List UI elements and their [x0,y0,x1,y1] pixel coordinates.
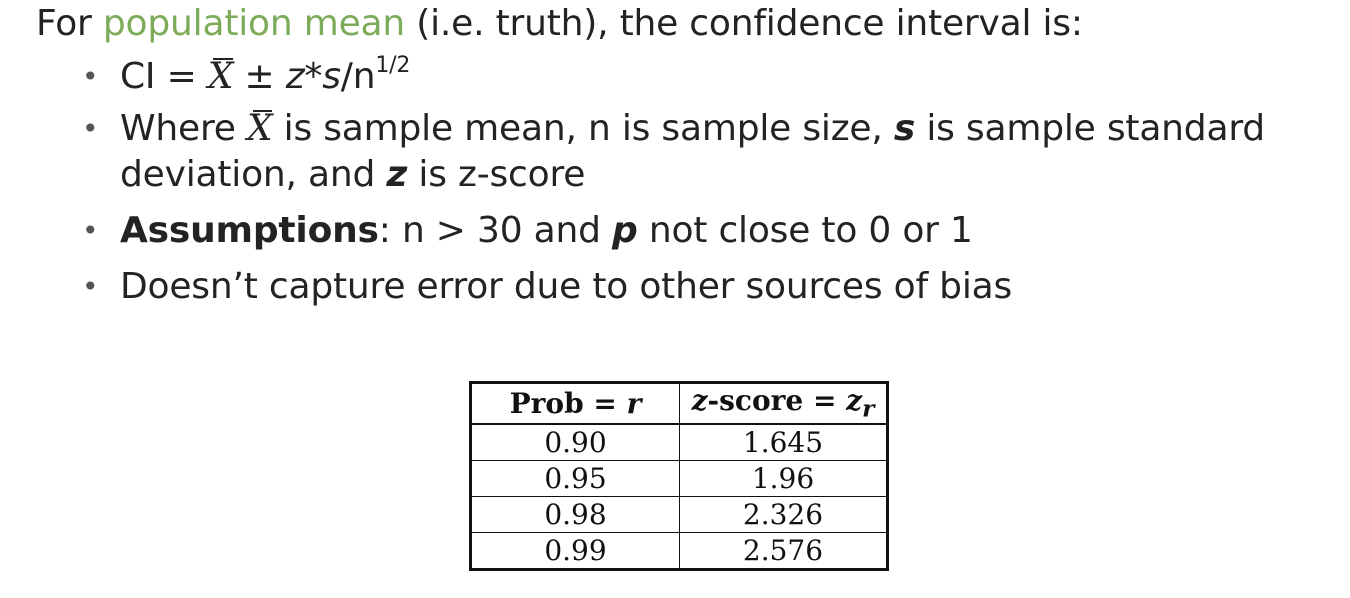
bullet-dot-icon: • [82,60,99,93]
table-row: 0.95 1.96 [470,459,888,497]
ci-div: /n [340,56,376,97]
z-score-table: Prob = r z-score = zr 0.90 1.645 0.95 1.… [469,381,889,571]
assumptions-t2: not close to 0 or 1 [637,210,973,251]
overline [213,58,233,60]
assumptions-t1: : n > 30 and [378,210,613,251]
prob-cell: 0.98 [470,495,680,533]
z-cell: 1.96 [679,459,888,497]
ci-prefix: CI = [120,56,208,97]
prob-cell: 0.90 [470,423,680,461]
where-t2: is sample mean, n is sample size, [272,108,894,149]
table-row: 0.98 2.326 [470,495,888,533]
intro-highlight: population mean [102,3,406,44]
table-row: 0.90 1.645 [470,423,888,461]
bullet-bias: • Doesn’t capture error due to other sou… [82,264,1342,310]
table-header-row: Prob = r z-score = zr [470,381,888,425]
bullet-ci-formula: • CI = X ± z*s/n1/2 [82,54,1342,100]
ci-s: s [322,56,341,97]
assumptions-p: p [612,210,638,251]
intro-sentence: For population mean (i.e. truth), the co… [36,0,1083,48]
header-prob-var: r [626,386,642,420]
header-zscore-var: z [846,384,863,417]
slide: For population mean (i.e. truth), the co… [0,0,1350,598]
header-prob: Prob = r [470,381,680,425]
bullet-assumptions: • Assumptions: n > 30 and p not close to… [82,208,1342,254]
z-cell: 2.326 [679,495,888,533]
table-row: 0.99 2.576 [470,531,888,570]
where-z: z [386,154,408,195]
header-z: z [691,384,708,417]
intro-before: For [36,3,103,44]
where-t1: Where [120,108,247,149]
header-zscore-label: -score = [707,384,847,417]
bullet-list: • CI = X ± z*s/n1/2 • Where X is sample … [82,54,1342,320]
x-bar-letter: X [246,108,273,149]
z-cell: 2.576 [679,531,888,570]
bullet-dot-icon: • [82,270,99,303]
bullet-dot-icon: • [82,112,99,145]
x-bar-symbol: X [246,106,273,152]
where-s: s [893,108,916,149]
bullet-where: • Where X is sample mean, n is sample si… [82,106,1342,198]
assumptions-label: Assumptions [120,210,379,251]
ci-z: z [285,56,305,97]
ci-exponent: 1/2 [375,53,411,78]
x-bar-letter: X [207,56,234,97]
bias-text: Doesn’t capture error due to other sourc… [120,266,1013,307]
header-zscore: z-score = zr [679,381,888,425]
ci-plus-minus: ± [233,56,286,97]
overline [252,110,272,112]
bullet-dot-icon: • [82,214,99,247]
ci-star: * [304,56,323,97]
intro-after: (i.e. truth), the confidence interval is… [405,3,1083,44]
header-zscore-sub: r [862,394,875,423]
prob-cell: 0.99 [470,531,680,570]
prob-cell: 0.95 [470,459,680,497]
where-t4: is z-score [407,154,586,195]
x-bar-symbol: X [207,54,234,100]
header-prob-label: Prob = [509,386,627,420]
z-cell: 1.645 [679,423,888,461]
